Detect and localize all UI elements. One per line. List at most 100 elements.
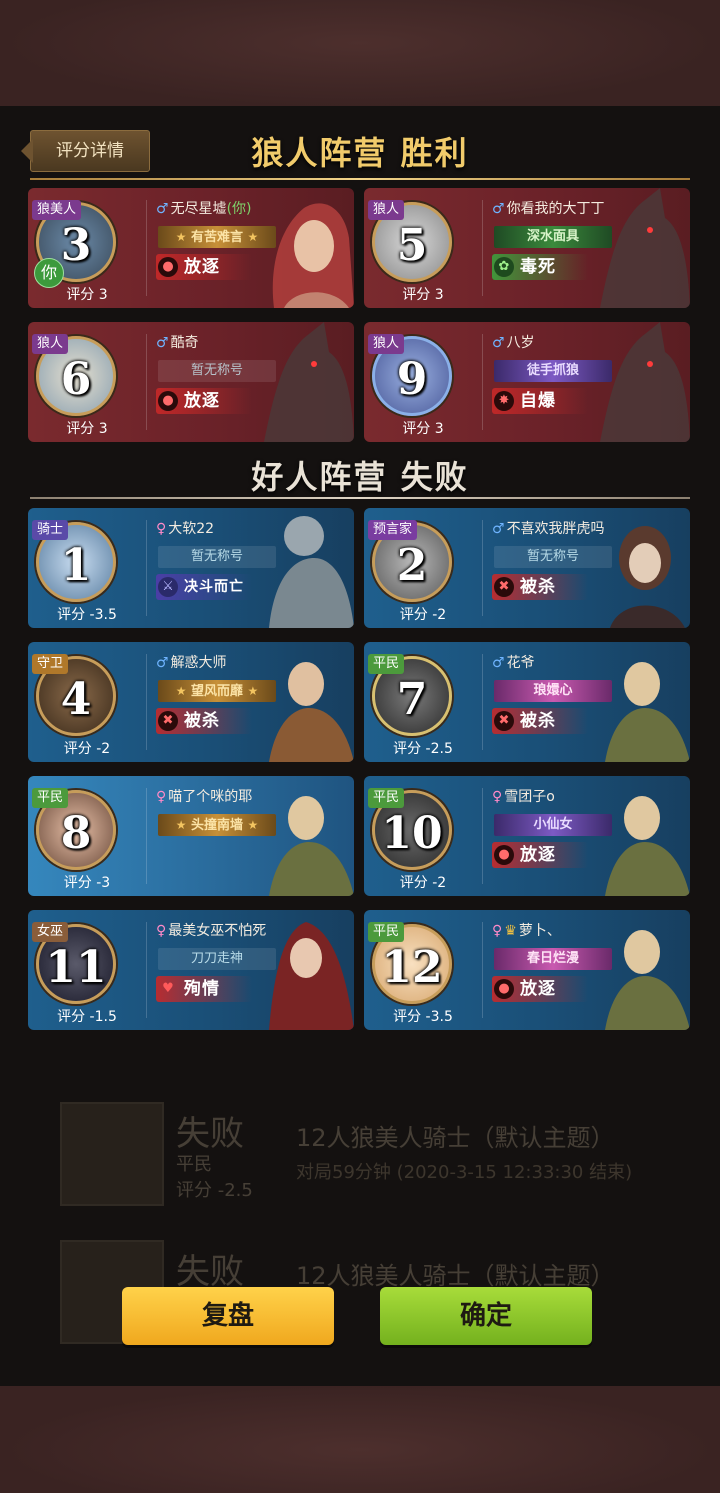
outcome-badge: ✖ 被杀 <box>492 708 588 734</box>
player-card[interactable]: 10 平民 评分 -2 ♀ 雪团子o 小仙女 ● 放逐 <box>364 776 690 896</box>
game-duration: 对局59分钟 (2020-3-15 12:33:30 结束) <box>296 1162 633 1183</box>
female-icon: ♀ <box>156 789 167 805</box>
poison-icon: ✿ <box>494 257 514 277</box>
male-icon: ♂ <box>156 335 169 351</box>
title-badge: 暂无称号 <box>494 546 612 568</box>
title-badge: 徒手抓狼 <box>494 360 612 382</box>
male-icon: ♂ <box>492 655 505 671</box>
player-name-text: 解惑大师 <box>170 655 227 671</box>
exile-icon: ● <box>494 845 514 865</box>
role-tag: 狼人 <box>32 334 69 354</box>
game-thumbnail <box>60 1102 164 1206</box>
game-title: 12人狼美人骑士（默认主题） <box>296 1262 615 1290</box>
villager-portrait <box>605 662 690 762</box>
list-item: 失败 平民 评分 -2.5 12人狼美人骑士（默认主题） 对局59分钟 (202… <box>60 1102 700 1212</box>
player-card[interactable]: 8 平民 评分 -3 ♀ 喵了个咪的耶 ★ 头撞南墙 ★ <box>28 776 354 896</box>
player-card[interactable]: 11 女巫 评分 -1.5 ♀ 最美女巫不怕死 刀刀走神 ♥ 殉情 <box>28 910 354 1030</box>
player-card[interactable]: 1 骑士 评分 -3.5 ♀ 大软22 暂无称号 ⚔ 决斗而亡 <box>28 508 354 628</box>
role-tag: 平民 <box>32 788 69 808</box>
title-text: 暂无称号 <box>190 363 243 378</box>
crown-icon: ♛ <box>504 923 517 939</box>
player-score: 评分 -3.5 <box>57 607 117 623</box>
star-icon: ★ <box>247 684 259 698</box>
exile-icon: ● <box>158 391 178 411</box>
player-name: ♂ 你看我的大丁丁 <box>492 198 605 218</box>
title-badge: 小仙女 <box>494 814 612 836</box>
player-name-text: 不喜欢我胖虎吗 <box>506 521 605 537</box>
broken-heart-icon: ♥ <box>162 981 174 996</box>
player-card[interactable]: 4 守卫 评分 -2 ♂ 解惑大师 ★ 望风而靡 ★ ✖ 被杀 <box>28 642 354 762</box>
player-name-text: 喵了个咪的耶 <box>168 789 253 805</box>
seat-number: 5 <box>396 220 428 271</box>
player-card[interactable]: 12 平民 评分 -3.5 ♀ ♛ 萝卜、 春日烂漫 ● 放逐 <box>364 910 690 1030</box>
villager-portrait <box>605 796 690 896</box>
exile-icon: ● <box>158 257 178 277</box>
divider <box>146 922 147 1018</box>
male-icon: ♂ <box>156 655 169 671</box>
outcome-badge: ● 放逐 <box>156 254 252 280</box>
player-card[interactable]: 5 狼人 评分 3 ♂ 你看我的大丁丁 深水面具 ✿ 毒死 <box>364 188 690 308</box>
player-name-text: 酷奇 <box>170 335 199 351</box>
player-score: 评分 -3.5 <box>393 1009 453 1025</box>
player-card[interactable]: 9 狼人 评分 3 ♂ 八岁 徒手抓狼 ✸ 自爆 <box>364 322 690 442</box>
player-name: ♂ 八岁 <box>492 332 535 352</box>
role-tag: 平民 <box>368 922 405 942</box>
player-name: ♀ 喵了个咪的耶 <box>156 786 252 806</box>
player-name: ♂ 酷奇 <box>156 332 199 352</box>
player-name: ♂ 不喜欢我胖虎吗 <box>492 518 605 538</box>
review-button[interactable]: 复盘 <box>122 1287 334 1345</box>
divider <box>146 200 147 296</box>
star-icon: ★ <box>175 684 187 698</box>
divider <box>482 654 483 750</box>
seat-number: 7 <box>396 674 428 725</box>
winning-camp-title: 狼人阵营 胜利 <box>251 134 469 172</box>
player-score: 评分 -2 <box>63 741 111 757</box>
role-tag: 狼人 <box>368 334 405 354</box>
role-tag: 预言家 <box>368 520 418 540</box>
female-icon: ♀ <box>156 521 167 537</box>
player-name-text: 花爷 <box>506 655 535 671</box>
player-score: 评分 -2 <box>399 607 447 623</box>
outcome-badge: ✿ 毒死 <box>492 254 588 280</box>
title-badge: ★ 有苦难言 ★ <box>158 226 276 248</box>
outcome-badge: ✖ 被杀 <box>156 708 252 734</box>
player-name: ♀ 最美女巫不怕死 <box>156 920 266 940</box>
title-badge: 刀刀走神 <box>158 948 276 970</box>
outcome-badge: ♥ 殉情 <box>156 976 252 1002</box>
player-card[interactable]: 3 狼美人 你 评分 3 ♂ 无尽星墟(你) ★ 有苦难言 ★ ● 放逐 <box>28 188 354 308</box>
player-card[interactable]: 2 预言家 评分 -2 ♂ 不喜欢我胖虎吗 暂无称号 ✖ 被杀 <box>364 508 690 628</box>
role-tag: 平民 <box>368 788 405 808</box>
seat-number: 6 <box>60 354 92 405</box>
game-role: 平民 <box>176 1154 212 1175</box>
outcome-badge: ● 放逐 <box>492 842 588 868</box>
outcome-text: 放逐 <box>520 979 556 999</box>
player-card[interactable]: 7 平民 评分 -2.5 ♂ 花爷 琅嬛心 ✖ 被杀 <box>364 642 690 762</box>
self-destruct-icon: ✸ <box>494 391 514 411</box>
title-text: 徒手抓狼 <box>526 363 579 378</box>
confirm-button[interactable]: 确定 <box>380 1287 592 1345</box>
exile-icon: ● <box>494 979 514 999</box>
female-icon: ♀ <box>156 923 167 939</box>
divider <box>146 520 147 616</box>
female-icon: ♀ <box>492 789 503 805</box>
title-text: 头撞南墙 <box>190 818 243 833</box>
player-name: ♂ 解惑大师 <box>156 652 227 672</box>
outcome-text: 放逐 <box>184 391 220 411</box>
title-badge: 暂无称号 <box>158 360 276 382</box>
player-card[interactable]: 6 狼人 评分 3 ♂ 酷奇 暂无称号 ● 放逐 <box>28 322 354 442</box>
role-tag: 骑士 <box>32 520 69 540</box>
player-score: 评分 -1.5 <box>57 1009 117 1025</box>
player-name-text: 八岁 <box>506 335 535 351</box>
killed-icon: ✖ <box>494 711 514 731</box>
you-suffix: (你) <box>226 201 252 217</box>
divider <box>482 922 483 1018</box>
outcome-text: 放逐 <box>520 845 556 865</box>
werewolf-portrait <box>600 322 690 442</box>
outcome-text: 自爆 <box>520 391 556 411</box>
killed-icon: ✖ <box>158 711 178 731</box>
outcome-text: 毒死 <box>520 257 556 277</box>
male-icon: ♂ <box>492 521 505 537</box>
title-text: 暂无称号 <box>526 549 579 564</box>
player-score: 评分 3 <box>402 287 444 303</box>
role-tag: 平民 <box>368 654 405 674</box>
